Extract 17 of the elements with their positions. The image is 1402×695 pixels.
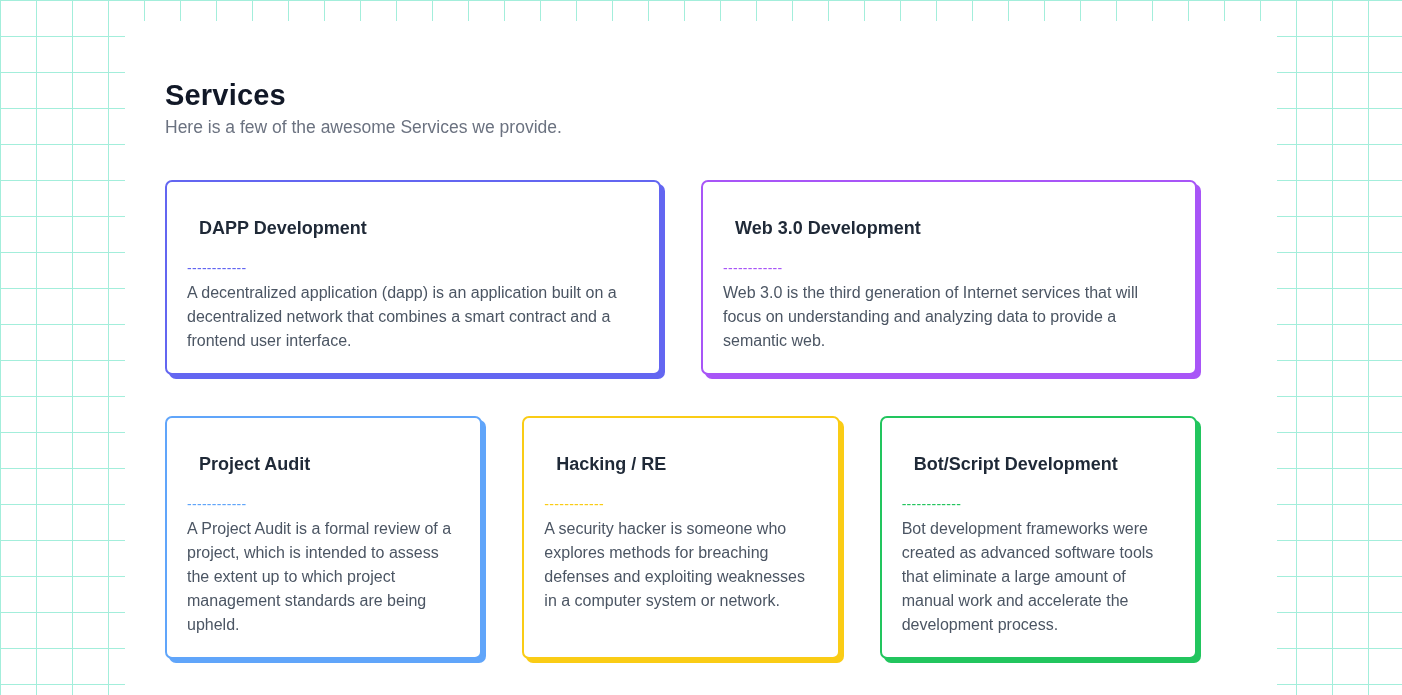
card-divider: ------------ [187, 495, 247, 514]
card-divider: ------------ [544, 495, 604, 514]
card-title: Web 3.0 Development [734, 217, 922, 240]
section-title: Services [165, 78, 286, 113]
card-divider: ------------ [901, 495, 962, 514]
card-description: Web 3.0 is the third generation of Internet services that will focus on understanding and analyzing data to provide a semantic web. [723, 283, 1140, 351]
card-title: Project Audit [198, 453, 312, 476]
card-title: Hacking / RE [555, 453, 668, 476]
card-description: A Project Audit is a formal review of a project, which is intended to assess the extent up to which project management standards are being upheld. [187, 519, 453, 635]
card-title: Bot/Script Development [912, 453, 1119, 476]
card-divider: ------------ [187, 259, 247, 278]
card-description: A security hacker is someone who explores methods for breaching defenses and exploiting weaknesses in a computer system or network. [544, 519, 806, 611]
card-divider: ------------ [723, 259, 783, 278]
section-subtitle: Here is a few of the awesome Services we provide. [165, 116, 562, 139]
card-description: A decentralized application (dapp) is an application built on a decentralized network that combines a smart contract and a frontend user interface. [187, 283, 618, 351]
card-description: Bot development frameworks were created as advanced software tools that eliminate a large amount of manual work and accelerate the development process. [901, 519, 1155, 635]
card-title: DAPP Development [198, 217, 368, 240]
